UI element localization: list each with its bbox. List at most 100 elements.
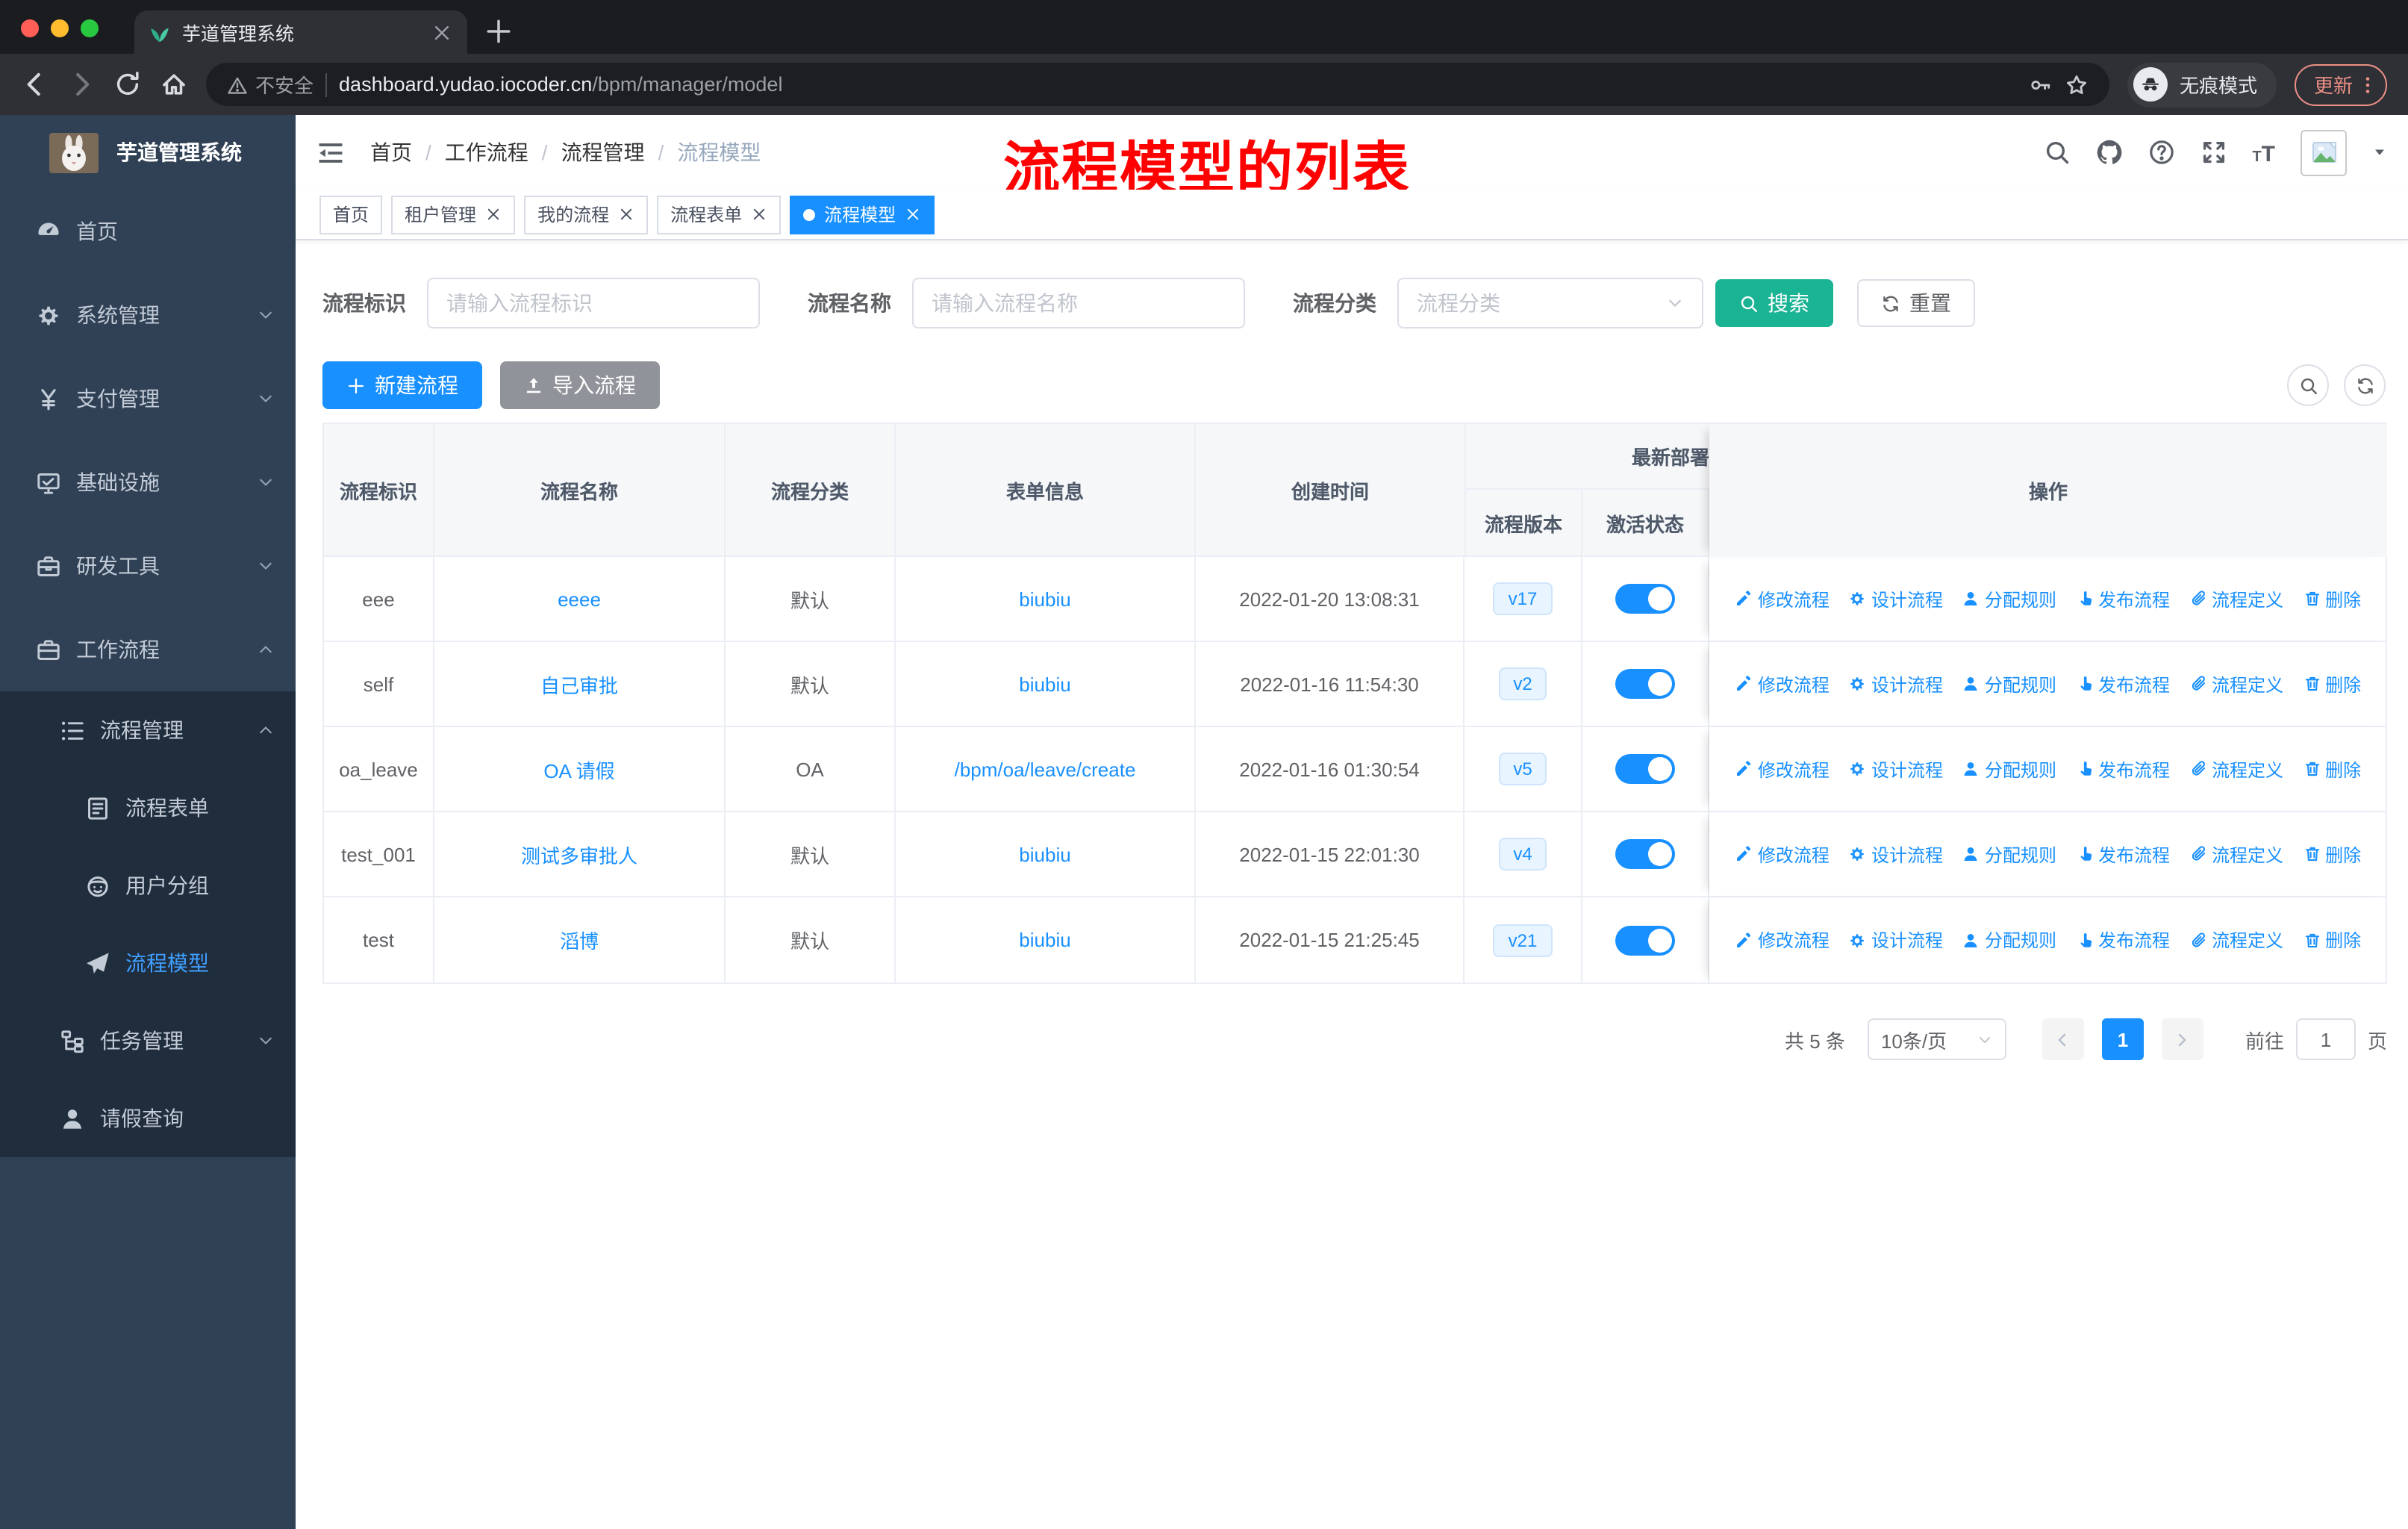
- form-info-link[interactable]: biubiu: [1019, 929, 1070, 951]
- collapse-sidebar-icon[interactable]: [316, 138, 345, 166]
- active-toggle[interactable]: [1615, 839, 1675, 869]
- github-icon[interactable]: [2095, 139, 2122, 166]
- tag-租户管理[interactable]: 租户管理: [391, 195, 516, 234]
- breadcrumb-item[interactable]: 工作流程: [445, 137, 528, 167]
- process-name-link[interactable]: 测试多审批人: [521, 840, 637, 868]
- action-分配规则[interactable]: 分配规则: [1962, 927, 2056, 953]
- process-name-input[interactable]: [912, 278, 1245, 328]
- next-page-button[interactable]: [2161, 1018, 2203, 1060]
- reload-button[interactable]: [113, 70, 142, 99]
- action-删除[interactable]: 删除: [2303, 841, 2361, 867]
- process-category-select[interactable]: 流程分类: [1397, 278, 1703, 328]
- reset-button[interactable]: 重置: [1857, 279, 1975, 327]
- key-icon[interactable]: [2029, 72, 2053, 96]
- prev-page-button[interactable]: [2042, 1018, 2084, 1060]
- active-toggle[interactable]: [1615, 754, 1675, 784]
- sidebar-item-基础设施[interactable]: 基础设施: [0, 440, 296, 524]
- active-toggle[interactable]: [1615, 584, 1675, 614]
- process-key-input[interactable]: [427, 278, 760, 328]
- process-name-link[interactable]: 自己审批: [540, 670, 618, 698]
- close-icon[interactable]: [905, 206, 921, 222]
- page-size-select[interactable]: 10条/页: [1867, 1018, 2006, 1060]
- action-修改流程[interactable]: 修改流程: [1735, 841, 1830, 867]
- active-toggle[interactable]: [1615, 925, 1675, 955]
- avatar-caret-icon[interactable]: [2372, 145, 2387, 160]
- action-修改流程[interactable]: 修改流程: [1735, 756, 1830, 782]
- action-设计流程[interactable]: 设计流程: [1849, 841, 1943, 867]
- search-icon[interactable]: [2043, 139, 2070, 166]
- action-发布流程[interactable]: 发布流程: [2076, 927, 2170, 953]
- new-tab-button[interactable]: [484, 16, 514, 46]
- process-name-link[interactable]: OA 请假: [543, 755, 614, 783]
- sidebar-item-支付管理[interactable]: 支付管理: [0, 357, 296, 440]
- action-设计流程[interactable]: 设计流程: [1849, 756, 1943, 782]
- sidebar-item-首页[interactable]: 首页: [0, 190, 296, 273]
- goto-page-input[interactable]: [2295, 1018, 2356, 1060]
- forward-button[interactable]: [67, 70, 96, 99]
- action-流程定义[interactable]: 流程定义: [2189, 927, 2283, 953]
- form-info-link[interactable]: biubiu: [1019, 673, 1070, 695]
- action-分配规则[interactable]: 分配规则: [1962, 671, 2056, 697]
- avatar[interactable]: [2301, 129, 2347, 175]
- action-设计流程[interactable]: 设计流程: [1849, 927, 1943, 953]
- action-流程定义[interactable]: 流程定义: [2189, 756, 2283, 782]
- font-size-icon[interactable]: TT: [2252, 139, 2275, 166]
- action-修改流程[interactable]: 修改流程: [1735, 927, 1830, 953]
- browser-tab[interactable]: 芋道管理系统: [134, 10, 467, 54]
- form-info-link[interactable]: /bpm/oa/leave/create: [955, 758, 1136, 780]
- tag-流程表单[interactable]: 流程表单: [657, 195, 782, 234]
- sidebar-item-流程管理[interactable]: 流程管理: [0, 691, 296, 769]
- process-name-link[interactable]: eeee: [558, 588, 601, 610]
- sidebar-item-用户分组[interactable]: 用户分组: [0, 847, 296, 924]
- close-icon[interactable]: [485, 206, 502, 222]
- action-发布流程[interactable]: 发布流程: [2076, 671, 2170, 697]
- help-icon[interactable]: [2147, 139, 2174, 166]
- refresh-table-button[interactable]: [2344, 364, 2386, 406]
- sidebar-item-研发工具[interactable]: 研发工具: [0, 524, 296, 608]
- show-search-button[interactable]: [2287, 364, 2329, 406]
- action-分配规则[interactable]: 分配规则: [1962, 841, 2056, 867]
- search-button[interactable]: 搜索: [1715, 279, 1833, 327]
- action-删除[interactable]: 删除: [2303, 756, 2361, 782]
- tab-close-icon[interactable]: [431, 22, 452, 43]
- active-toggle[interactable]: [1615, 669, 1675, 699]
- action-流程定义[interactable]: 流程定义: [2189, 586, 2283, 611]
- action-修改流程[interactable]: 修改流程: [1735, 671, 1830, 697]
- action-流程定义[interactable]: 流程定义: [2189, 841, 2283, 867]
- action-删除[interactable]: 删除: [2303, 927, 2361, 953]
- breadcrumb-item[interactable]: 首页: [370, 137, 412, 167]
- browser-update-button[interactable]: 更新: [2294, 63, 2387, 105]
- breadcrumb-item[interactable]: 流程管理: [561, 137, 645, 167]
- address-bar[interactable]: 不安全 dashboard.yudao.iocoder.cn/bpm/manag…: [206, 63, 2109, 106]
- kebab-menu-icon[interactable]: [2357, 74, 2378, 95]
- maximize-window-button[interactable]: [81, 19, 99, 37]
- sidebar-item-任务管理[interactable]: 任务管理: [0, 1002, 296, 1080]
- close-window-button[interactable]: [21, 19, 39, 37]
- action-发布流程[interactable]: 发布流程: [2076, 756, 2170, 782]
- bookmark-star-icon[interactable]: [2065, 72, 2089, 96]
- action-分配规则[interactable]: 分配规则: [1962, 586, 2056, 611]
- fullscreen-icon[interactable]: [2200, 139, 2227, 166]
- sidebar-item-请假查询[interactable]: 请假查询: [0, 1080, 296, 1157]
- home-button[interactable]: [160, 70, 188, 99]
- sidebar-item-流程表单[interactable]: 流程表单: [0, 769, 296, 847]
- form-info-link[interactable]: biubiu: [1019, 588, 1070, 610]
- action-发布流程[interactable]: 发布流程: [2076, 841, 2170, 867]
- action-设计流程[interactable]: 设计流程: [1849, 671, 1943, 697]
- close-icon[interactable]: [618, 206, 634, 222]
- security-indicator[interactable]: 不安全: [227, 70, 314, 99]
- action-修改流程[interactable]: 修改流程: [1735, 586, 1830, 611]
- import-process-button[interactable]: 导入流程: [500, 361, 660, 409]
- sidebar-item-流程模型[interactable]: 流程模型: [0, 924, 296, 1002]
- action-删除[interactable]: 删除: [2303, 586, 2361, 611]
- back-button[interactable]: [21, 70, 49, 99]
- action-设计流程[interactable]: 设计流程: [1849, 586, 1943, 611]
- create-process-button[interactable]: 新建流程: [322, 361, 482, 409]
- tag-首页[interactable]: 首页: [319, 195, 383, 234]
- form-info-link[interactable]: biubiu: [1019, 843, 1070, 865]
- action-发布流程[interactable]: 发布流程: [2076, 586, 2170, 611]
- action-流程定义[interactable]: 流程定义: [2189, 671, 2283, 697]
- minimize-window-button[interactable]: [51, 19, 69, 37]
- sidebar-item-工作流程[interactable]: 工作流程: [0, 608, 296, 691]
- tag-流程模型[interactable]: 流程模型: [790, 195, 935, 234]
